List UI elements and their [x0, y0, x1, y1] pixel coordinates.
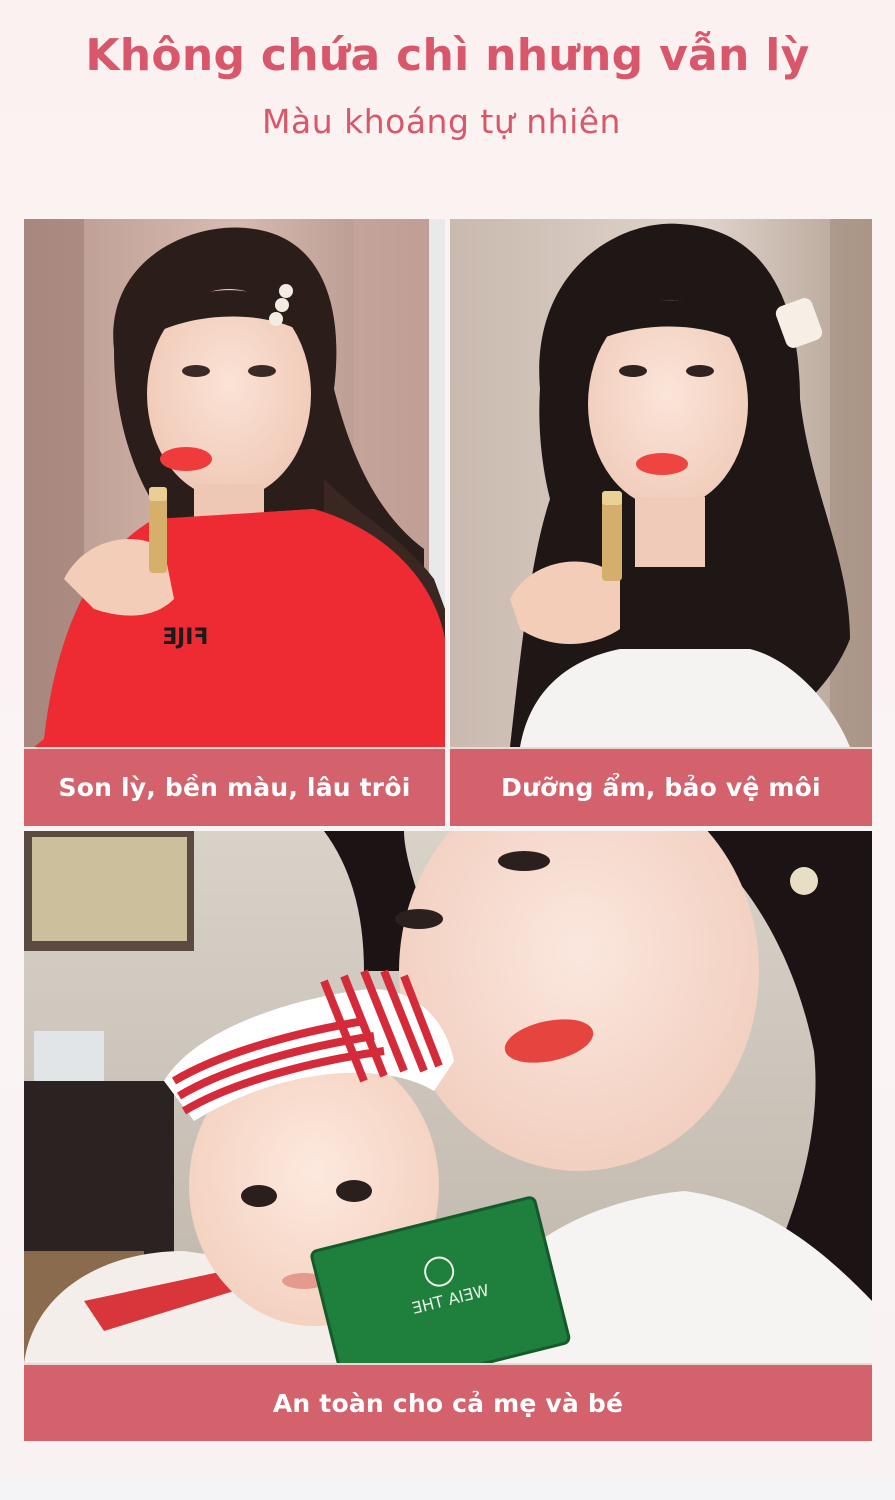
page: Không chứa chì nhưng vẫn lỳ Màu khoáng t… [0, 0, 895, 1500]
feature-card-safe: ƎHT AIƎW An toàn cho cả mẹ và bé [24, 831, 872, 1441]
footer-strip [0, 1480, 895, 1500]
model-photo-white-top [450, 219, 872, 747]
page-subtitle: Màu khoáng tự nhiên [262, 102, 621, 141]
model-photo-red-shirt: ƎJIꟻ [24, 219, 445, 747]
mother-baby-photo: ƎHT AIƎW [24, 831, 872, 1363]
caption-long-lasting: Son lỳ, bền màu, lâu trôi [24, 749, 445, 826]
shirt-logo: ƎJIꟻ [162, 625, 208, 650]
caption-safe-for-mom-and-baby: An toàn cho cả mẹ và bé [24, 1365, 872, 1441]
feature-card-long-lasting: ƎJIꟻ Son lỳ, bền màu, lâu trôi [24, 219, 445, 826]
feature-card-moisturizing: Dưỡng ẩm, bảo vệ môi [450, 219, 872, 826]
page-title: Không chứa chì nhưng vẫn lỳ [85, 30, 810, 81]
caption-moisturizing: Dưỡng ẩm, bảo vệ môi [450, 749, 872, 826]
